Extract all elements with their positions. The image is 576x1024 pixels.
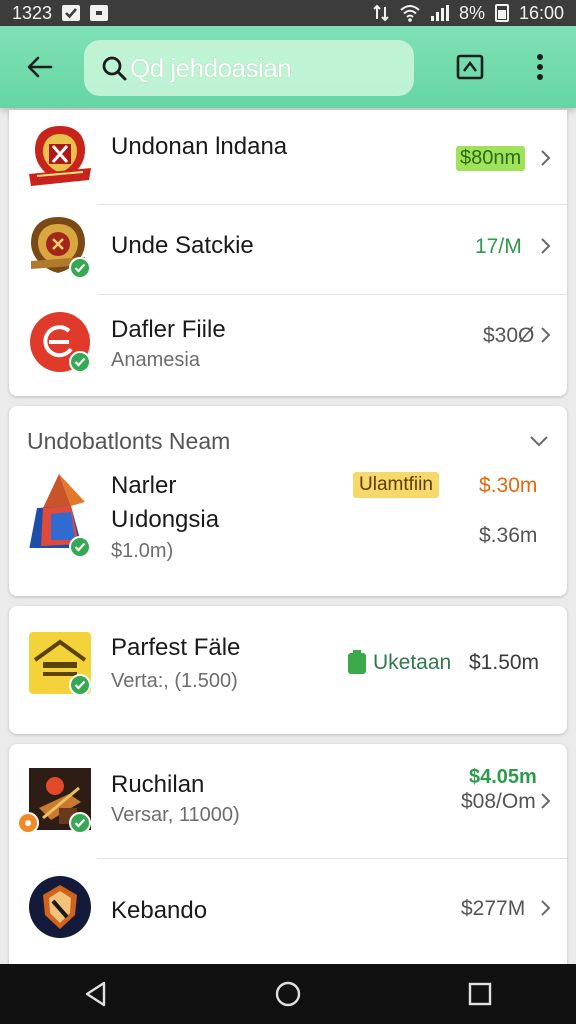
item-subtitle: Versar, 11000) <box>111 804 240 826</box>
results-card-1: Undonan lndana $80nm Unde Satckie 17/M D… <box>9 110 567 396</box>
battery-percent: 8% <box>458 2 485 23</box>
list-item[interactable]: Narler Uıdongsia $1.0m) Ulamtfiin $.30m … <box>9 462 567 592</box>
update-badge-icon <box>17 812 39 834</box>
list-item[interactable]: Dafler Fiile Anamesia $30Ø <box>9 295 567 395</box>
status-left: 1323 <box>12 2 109 24</box>
results-card-4: Ruchilan Versar, 11000) $4.05m $08/Om Ke… <box>9 744 567 964</box>
back-arrow-icon <box>27 56 53 78</box>
search-query-text: Qd jehdoasian <box>130 52 292 83</box>
price-badge: $80nm <box>456 146 526 171</box>
wifi-icon <box>400 5 420 22</box>
shield-emblem-icon <box>29 875 91 939</box>
item-title: Dafler Fiile <box>111 316 226 343</box>
more-vert-icon-dot <box>537 64 543 70</box>
nav-recents-button[interactable] <box>450 964 510 1024</box>
status-time-left: 1323 <box>12 2 53 23</box>
status-label: Uketaan <box>373 651 452 674</box>
chevron-right-icon <box>541 238 551 254</box>
nav-home-button[interactable] <box>258 964 318 1024</box>
back-button[interactable] <box>22 50 58 84</box>
item-title: Parfest Fäle <box>111 634 241 661</box>
item-subtitle: Verta:, (1.500) <box>111 670 238 692</box>
more-vert-icon-dot <box>537 54 543 60</box>
item-price: $.30m <box>479 474 538 497</box>
item-subtitle: $1.0m) <box>111 540 174 562</box>
item-price: $30Ø <box>483 324 535 347</box>
item-price: $4.05m <box>469 766 537 788</box>
item-price-secondary: $08/Om <box>461 790 536 813</box>
image-search-button[interactable] <box>454 52 486 82</box>
item-price: 17/M <box>475 235 522 258</box>
item-title: Ruchilan <box>111 771 205 798</box>
results-card-3: Parfest Fäle Verta:, (1.500) Uketaan $1.… <box>9 606 567 734</box>
item-title: Unde Satckie <box>111 232 254 259</box>
installed-check-icon <box>69 674 91 696</box>
search-icon <box>100 54 128 82</box>
item-title-line-1: Narler <box>111 472 177 499</box>
installed-check-icon <box>69 812 91 834</box>
list-item[interactable]: Ruchilan Versar, 11000) $4.05m $08/Om <box>9 744 567 856</box>
notification-check-icon <box>62 5 81 21</box>
installed-check-icon <box>69 536 91 558</box>
search-input[interactable]: Qd jehdoasian <box>84 40 414 96</box>
status-right: 8% 16:00 <box>373 3 564 24</box>
data-transfer-icon <box>373 4 389 22</box>
item-title-line-2: Uıdongsia <box>111 506 220 533</box>
results-card-2: Undobatlonts Neam Narler Uıdongsia $1.0m… <box>9 406 567 596</box>
item-price: $277M <box>461 897 526 920</box>
battery-status-icon <box>348 650 366 674</box>
item-price-secondary: $.36m <box>479 524 538 547</box>
more-options-button[interactable] <box>526 50 554 84</box>
nav-back-button[interactable] <box>66 964 126 1024</box>
app-toolbar: Qd jehdoasian <box>0 26 576 108</box>
item-subtitle: Anamesia <box>111 349 200 371</box>
chevron-down-icon[interactable] <box>529 434 549 448</box>
item-title: Undonan lndana <box>111 133 288 160</box>
more-vert-icon-dot <box>537 74 543 80</box>
installed-check-icon <box>69 257 91 279</box>
nav-recents-icon <box>468 982 492 1006</box>
notification-image-icon <box>90 5 109 21</box>
list-item[interactable]: Parfest Fäle Verta:, (1.500) Uketaan $1.… <box>9 606 567 734</box>
chevron-right-icon <box>541 327 551 343</box>
list-item[interactable]: Unde Satckie 17/M <box>9 205 567 293</box>
red-crest-icon <box>27 122 91 186</box>
list-item[interactable]: Kebando $277M <box>9 859 567 963</box>
image-search-icon <box>456 54 484 80</box>
nav-back-icon <box>85 981 106 1007</box>
status-badge: Ulamtfiin <box>353 472 439 498</box>
system-nav-bar <box>0 964 576 1024</box>
signal-icon <box>430 5 449 21</box>
chevron-right-icon <box>541 900 551 916</box>
list-item[interactable]: Undonan lndana $80nm <box>9 110 567 204</box>
status-clock: 16:00 <box>518 2 564 23</box>
installed-check-icon <box>69 351 91 373</box>
chevron-right-icon <box>541 150 551 166</box>
battery-icon <box>494 4 509 22</box>
item-title: Kebando <box>111 897 208 924</box>
section-title: Undobatlonts Neam <box>27 428 231 454</box>
chevron-right-icon <box>541 793 551 809</box>
status-bar: 1323 8% 16:00 <box>0 0 576 26</box>
nav-home-icon <box>275 981 301 1007</box>
item-price: $1.50m <box>469 651 540 674</box>
